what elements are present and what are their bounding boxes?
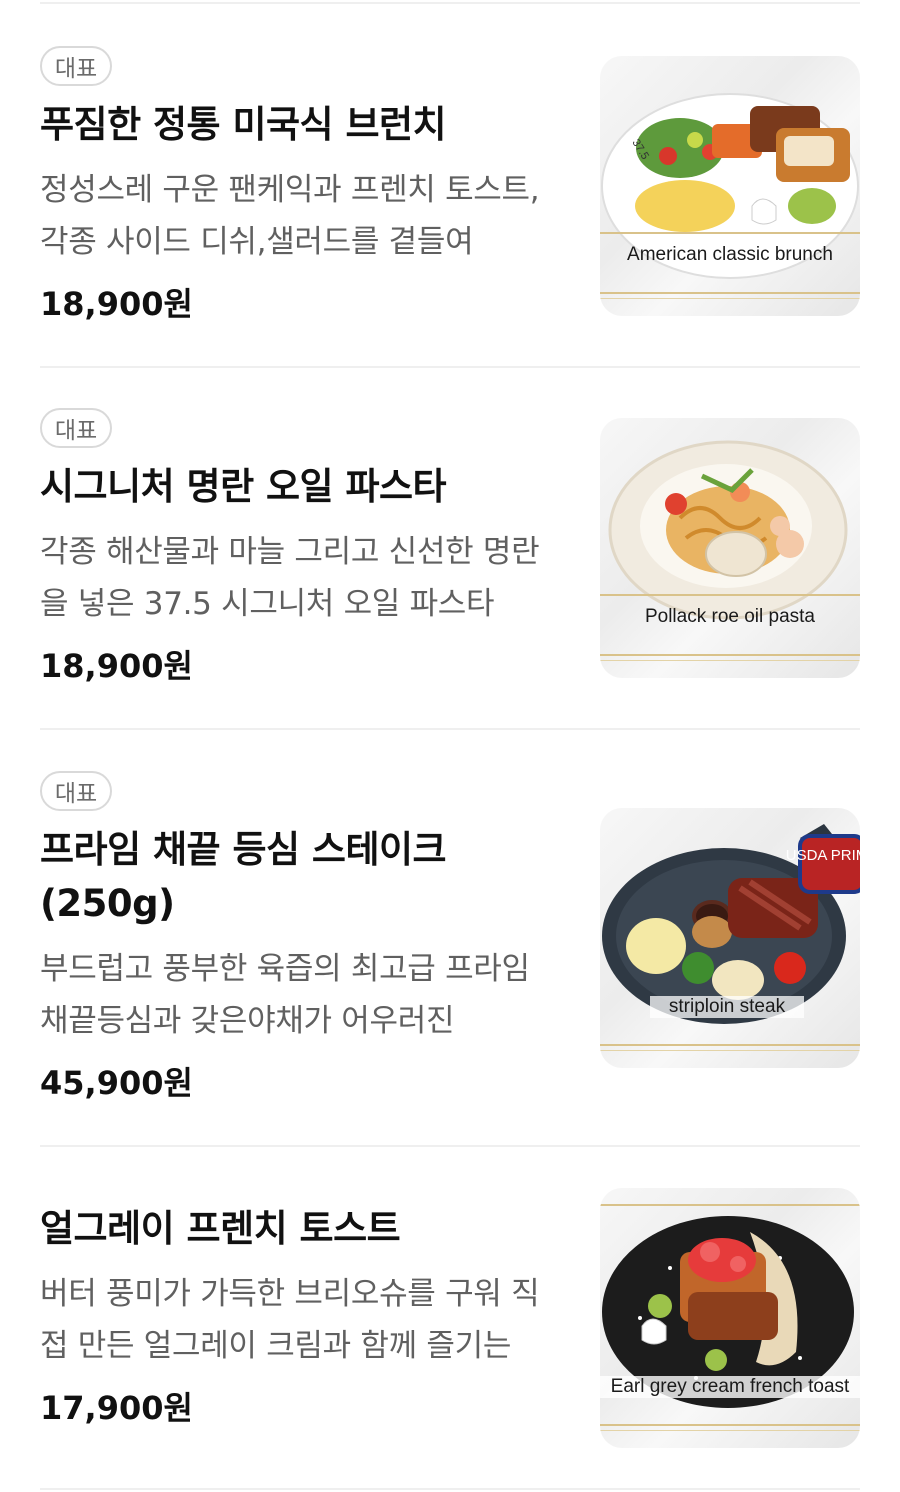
signature-badge: 대표 <box>40 771 112 811</box>
menu-item-american-brunch[interactable]: 대표 푸짐한 정통 미국식 브런치 정성스레 구운 팬케익과 프렌치 토스트,각… <box>40 46 860 368</box>
menu-item-title: 프라임 채끝 등심 스테이크(250g) <box>40 828 447 925</box>
steak-skillet-illustration: USDA PRIME <box>602 824 860 1024</box>
item-divider <box>40 1488 860 1490</box>
pasta-bowl-illustration <box>608 440 848 620</box>
menu-item-description: 정성스레 구운 팬케익과 프렌치 토스트,각종 사이드 디쉬,샐러드를 곁들여 <box>40 172 540 260</box>
caption-rule-bottom <box>600 1424 860 1426</box>
menu-item-description: 각종 해산물과 마늘 그리고 신선한 명란을 넣은 37.5 시그니처 오일 파… <box>40 534 540 622</box>
usda-prime-label: USDA PRIME <box>786 847 860 864</box>
menu-item-pollack-roe-pasta[interactable]: 대표 시그니처 명란 오일 파스타 각종 해산물과 마늘 그리고 신선한 명란을… <box>40 408 860 730</box>
caption-rule-top <box>600 232 860 234</box>
image-caption: striploin steak <box>650 996 804 1018</box>
menu-item-price: 17,900원 <box>40 1389 193 1427</box>
menu-item-description: 버터 풍미가 가득한 브리오슈를 구워 직접 만든 얼그레이 크림과 함께 즐기… <box>40 1276 540 1364</box>
menu-item-description: 부드럽고 풍부한 육즙의 최고급 프라임 채끝등심과 갖은야채가 어우러진 <box>40 951 530 1039</box>
caption-rule-bottom <box>600 654 860 656</box>
menu-item-price: 18,900원 <box>40 285 193 323</box>
image-caption: Pollack roe oil pasta <box>644 606 816 627</box>
image-caption: American classic brunch <box>627 244 833 265</box>
caption-rule-top <box>600 1204 860 1206</box>
menu-item-image[interactable]: Earl grey cream french toast <box>600 1188 860 1448</box>
menu-item-title: 얼그레이 프렌치 토스트 <box>40 1207 401 1250</box>
caption-rule-bottom <box>600 1044 860 1046</box>
french-toast-plate-illustration <box>602 1216 854 1408</box>
menu-item-title: 푸짐한 정통 미국식 브런치 <box>40 103 447 146</box>
caption-rule-bottom <box>600 292 860 294</box>
menu-item-image[interactable]: 37.5 American classic brunch <box>600 56 860 316</box>
item-divider <box>40 366 860 368</box>
menu-item-earl-grey-french-toast[interactable]: 얼그레이 프렌치 토스트 버터 풍미가 가득한 브리오슈를 구워 직접 만든 얼… <box>40 1188 860 1490</box>
menu-item-title: 시그니처 명란 오일 파스타 <box>40 465 447 508</box>
menu-item-price: 45,900원 <box>40 1064 193 1102</box>
image-caption: Earl grey cream french toast <box>600 1376 860 1398</box>
signature-badge: 대표 <box>40 46 112 86</box>
menu-item-price: 18,900원 <box>40 647 193 685</box>
brunch-plate-illustration: 37.5 <box>601 93 859 279</box>
menu-item-striploin-steak[interactable]: 대표 프라임 채끝 등심 스테이크(250g) 부드럽고 풍부한 육즙의 최고급… <box>40 771 860 1147</box>
item-divider <box>40 728 860 730</box>
menu-item-image[interactable]: Pollack roe oil pasta <box>600 418 860 678</box>
menu-item-image[interactable]: USDA PRIME striploin steak <box>600 808 860 1068</box>
caption-rule-top <box>600 594 860 596</box>
item-divider <box>40 1145 860 1147</box>
signature-badge: 대표 <box>40 408 112 448</box>
top-divider <box>40 2 860 4</box>
